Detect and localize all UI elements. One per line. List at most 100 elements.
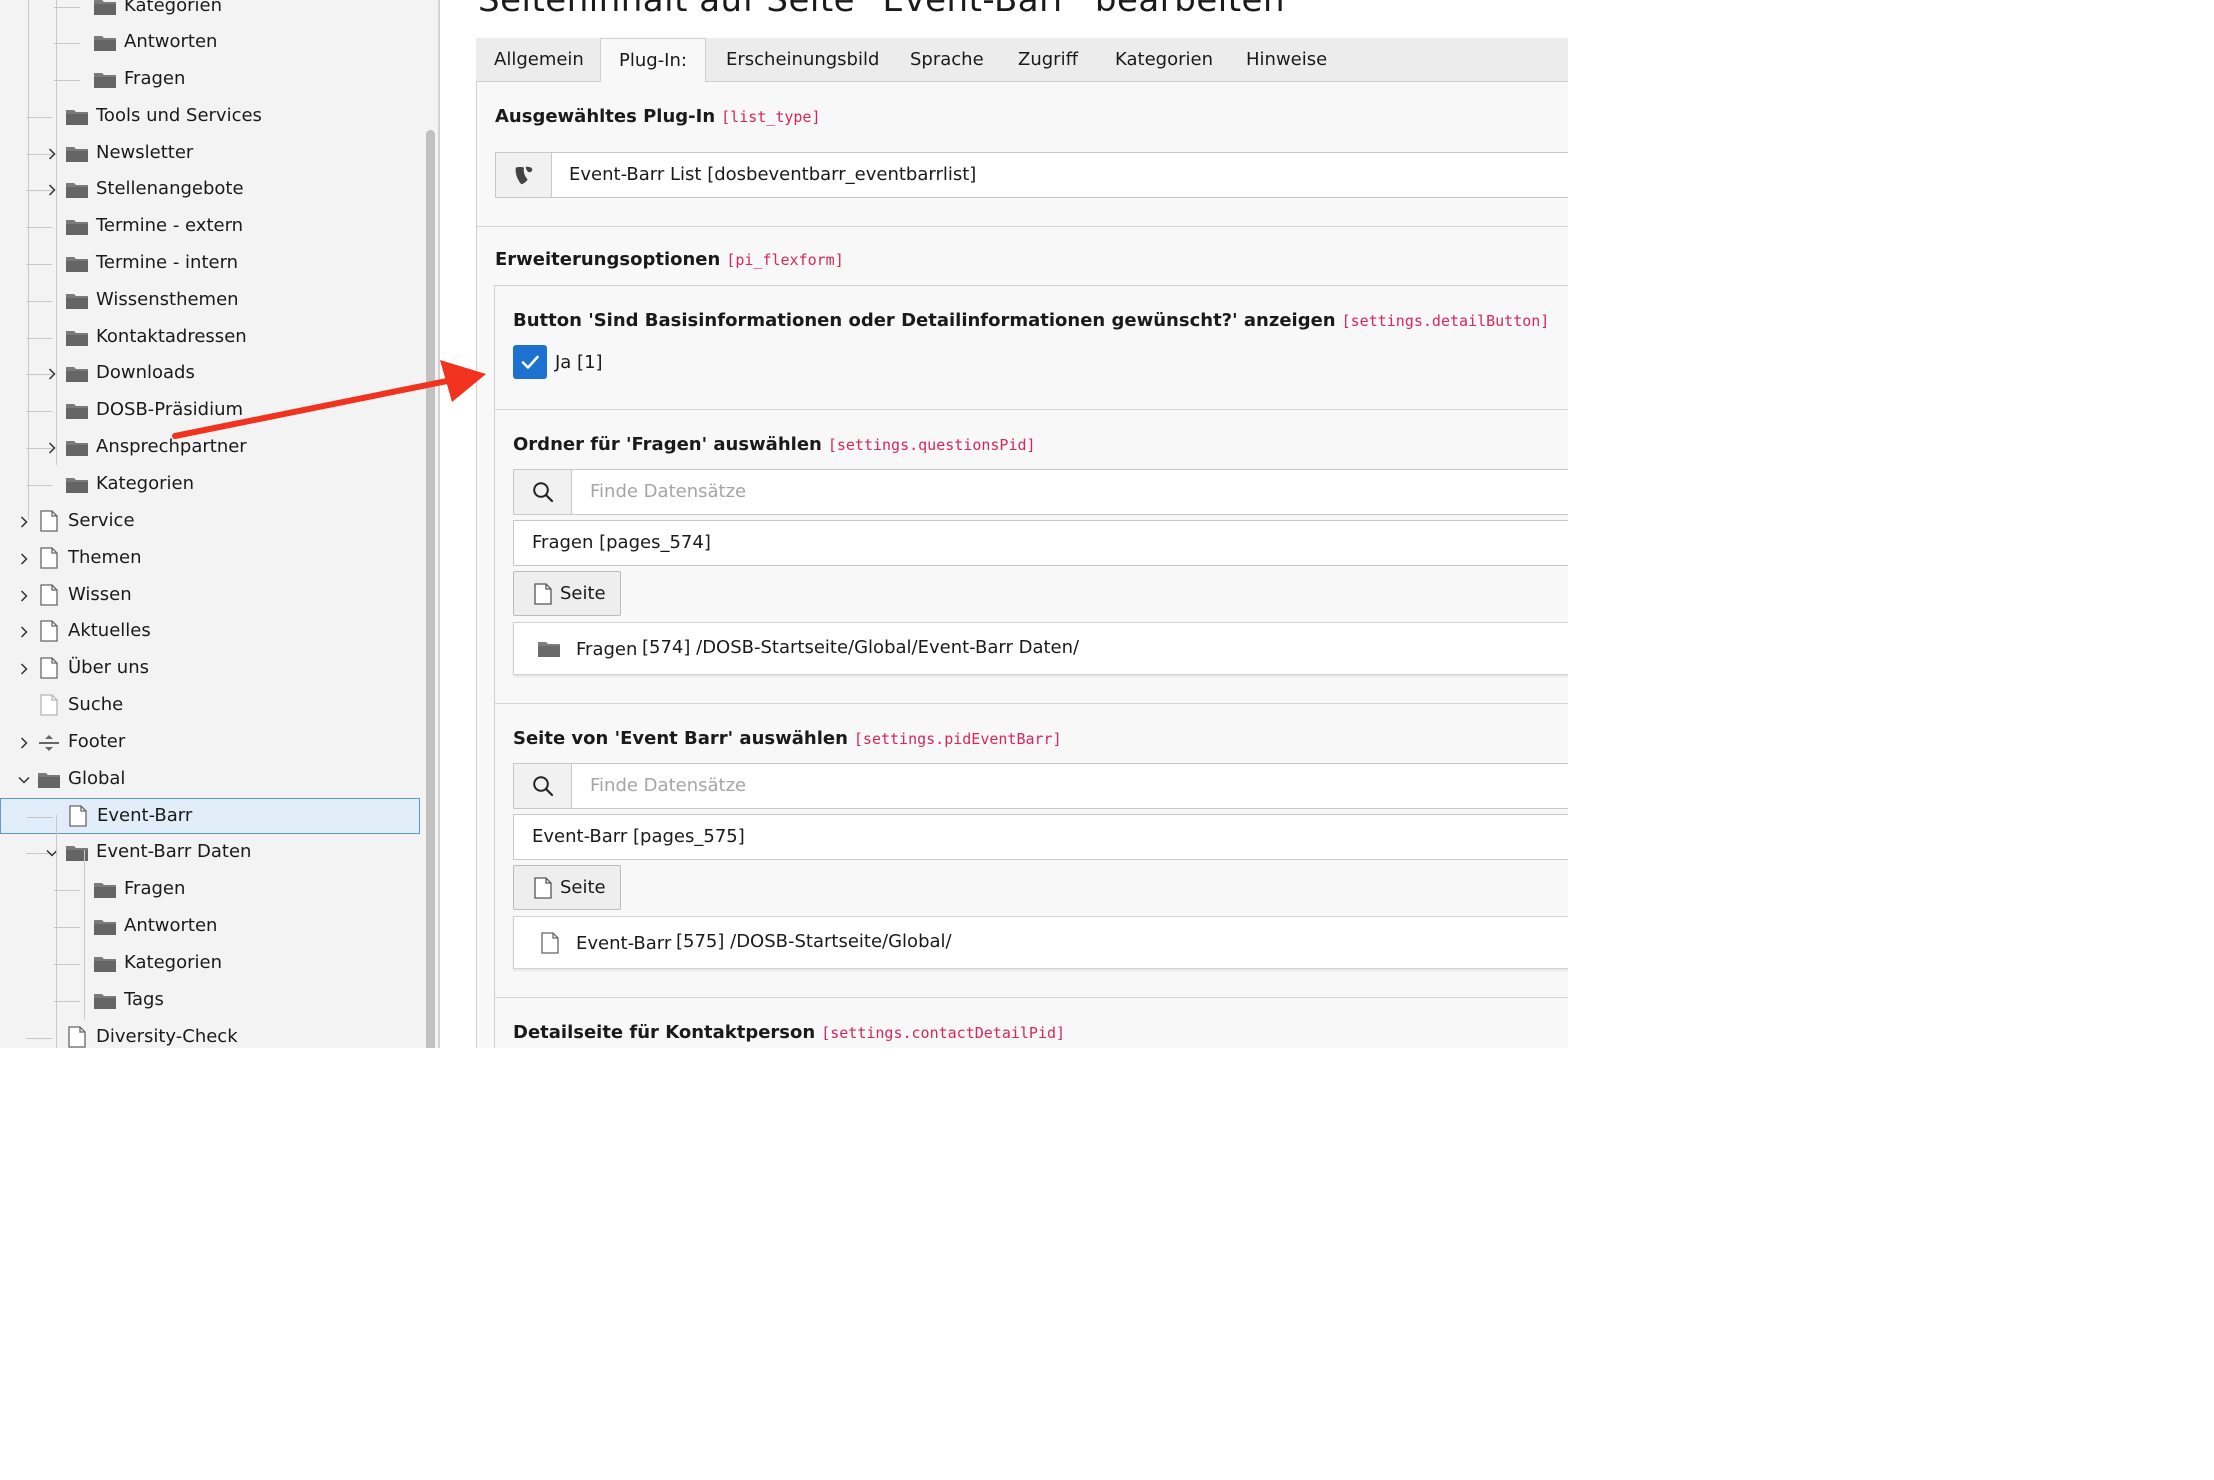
tree-item-13[interactable]: Ansprechpartner	[0, 430, 420, 466]
questions-page-button[interactable]: Seite	[513, 571, 621, 616]
folder-icon	[538, 642, 560, 657]
tree-item-17[interactable]: Wissen	[0, 578, 420, 614]
chevron-down-icon[interactable]	[18, 774, 30, 784]
tree-connector	[54, 7, 80, 8]
eventbarr-selected-item[interactable]: Event-Barr [pages_575]	[532, 826, 745, 847]
questions-page-button-label: Seite	[560, 583, 606, 604]
tree-item-26[interactable]: Antworten	[0, 909, 420, 945]
tree-item-25[interactable]: Fragen	[0, 872, 420, 908]
chevron-right-icon[interactable]	[46, 368, 56, 380]
tab-plugin[interactable]: Plug-In:	[600, 38, 706, 83]
tree-item-label: Newsletter	[96, 142, 194, 163]
questions-search-input[interactable]: Finde Datensätze	[590, 481, 746, 502]
tree-item-27[interactable]: Kategorien	[0, 946, 420, 982]
chevron-down-icon[interactable]	[46, 847, 58, 857]
tree-item-8[interactable]: Termine - intern	[0, 246, 420, 282]
eventbarr-label: Seite von 'Event Barr' auswählen [setting…	[513, 728, 1062, 749]
tree-item-21[interactable]: Footer	[0, 725, 420, 761]
tree-scrollbar[interactable]	[426, 130, 435, 1048]
tree-item-label: Suche	[68, 694, 124, 715]
plugin-select[interactable]: Event-Barr List [dosbeventbarr_eventbarr…	[495, 152, 1568, 198]
questions-selected-list[interactable]: Fragen [pages_574]	[513, 520, 1568, 566]
questions-search[interactable]: Finde Datensätze	[513, 469, 1568, 515]
tree-connector	[54, 964, 80, 965]
tree-item-4[interactable]: Tools und Services	[0, 99, 420, 135]
tree-item-label: Themen	[68, 547, 142, 568]
chevron-right-icon[interactable]	[46, 148, 56, 160]
eventbarr-record-card: Event-Barr [575] /DOSB-Startseite/Global…	[513, 916, 1568, 969]
tree-item-28[interactable]: Tags	[0, 983, 420, 1019]
chevron-right-icon[interactable]	[18, 663, 28, 675]
contact-label: Detailseite für Kontaktperson [settings.c…	[513, 1022, 1065, 1043]
tree-item-18[interactable]: Aktuelles	[0, 614, 420, 650]
plugin-icon-addon	[496, 153, 552, 197]
tree-item-2[interactable]: Antworten	[0, 25, 420, 61]
eventbarr-field-key: [settings.pidEventBarr]	[853, 730, 1062, 748]
divider-icon	[38, 734, 60, 752]
questions-record-path: [574] /DOSB-Startseite/Global/Event-Barr…	[642, 637, 1080, 658]
tree-item-23[interactable]: Event-Barr	[0, 798, 420, 834]
tree-connector	[26, 227, 52, 228]
tree-item-20[interactable]: Suche	[0, 688, 420, 724]
tree-item-15[interactable]: Service	[0, 504, 420, 540]
tree-item-5[interactable]: Newsletter	[0, 136, 420, 172]
tree-item-3[interactable]: Fragen	[0, 62, 420, 98]
chevron-right-icon[interactable]	[18, 626, 28, 638]
folder-icon	[66, 402, 88, 420]
tree-item-1[interactable]: Kategorien	[0, 0, 420, 25]
tree-item-label: Kategorien	[96, 473, 194, 494]
tree-item-16[interactable]: Themen	[0, 541, 420, 577]
chevron-right-icon[interactable]	[46, 184, 56, 196]
tab-hinweise[interactable]: Hinweise	[1228, 38, 1345, 82]
tab-erscheinungsbild[interactable]: Erscheinungsbild	[708, 38, 897, 82]
chevron-right-icon[interactable]	[46, 442, 56, 454]
chevron-right-icon[interactable]	[18, 516, 28, 528]
tree-item-11[interactable]: Downloads	[0, 356, 420, 392]
tree-item-19[interactable]: Über uns	[0, 651, 420, 687]
tree-item-9[interactable]: Wissensthemen	[0, 283, 420, 319]
flexform-label: Erweiterungsoptionen [pi_flexform]	[495, 249, 844, 270]
tree-connector	[54, 1001, 80, 1002]
eventbarr-page-button[interactable]: Seite	[513, 865, 621, 910]
detail-button-checkbox-label[interactable]: Ja [1]	[555, 352, 603, 373]
content-editor: Seiteninhalt auf Seite "Event-Barr" bear…	[440, 0, 1568, 1048]
tree-item-14[interactable]: Kategorien	[0, 467, 420, 503]
page-icon	[40, 547, 58, 569]
tree-item-29[interactable]: Diversity-Check	[0, 1020, 420, 1048]
detail-button-label: Button 'Sind Basisinformationen oder Det…	[513, 310, 1549, 331]
tab-kategorien[interactable]: Kategorien	[1097, 38, 1231, 82]
folder-icon	[94, 992, 116, 1010]
tab-sprache[interactable]: Sprache	[892, 38, 1002, 82]
tree-item-24[interactable]: Event-Barr Daten	[0, 835, 420, 871]
plugin-label: Ausgewähltes Plug-In [list_type]	[495, 106, 821, 127]
tree-item-10[interactable]: Kontaktadressen	[0, 320, 420, 356]
tree-item-label: Event-Barr Daten	[96, 841, 252, 862]
eventbarr-selected-list[interactable]: Event-Barr [pages_575]	[513, 814, 1568, 860]
page-icon	[40, 657, 58, 679]
tab-zugriff[interactable]: Zugriff	[1000, 38, 1096, 82]
page-icon	[69, 805, 87, 827]
detail-button-checkbox[interactable]	[513, 345, 547, 379]
page-icon	[541, 932, 559, 954]
eventbarr-record-path: [575] /DOSB-Startseite/Global/	[676, 931, 952, 952]
section-divider	[495, 997, 1568, 998]
tree-item-label: Event-Barr	[97, 805, 193, 826]
questions-selected-item[interactable]: Fragen [pages_574]	[532, 532, 711, 553]
tree-connector	[26, 117, 52, 118]
tree-item-6[interactable]: Stellenangebote	[0, 172, 420, 208]
tab-allgemein[interactable]: Allgemein	[476, 38, 602, 82]
eventbarr-search[interactable]: Finde Datensätze	[513, 763, 1568, 809]
chevron-right-icon[interactable]	[18, 590, 28, 602]
section-divider	[477, 226, 1568, 227]
tree-item-label: Aktuelles	[68, 620, 151, 641]
folder-icon	[66, 181, 88, 199]
eventbarr-search-input[interactable]: Finde Datensätze	[590, 775, 746, 796]
tree-item-label: Wissen	[68, 584, 132, 605]
chevron-right-icon[interactable]	[18, 737, 28, 749]
tree-item-22[interactable]: Global	[0, 762, 420, 798]
tree-item-label: Über uns	[68, 657, 149, 678]
chevron-right-icon[interactable]	[18, 553, 28, 565]
tree-item-7[interactable]: Termine - extern	[0, 209, 420, 245]
questions-field-key: [settings.questionsPid]	[827, 436, 1036, 454]
tree-item-12[interactable]: DOSB-Präsidium	[0, 393, 420, 429]
